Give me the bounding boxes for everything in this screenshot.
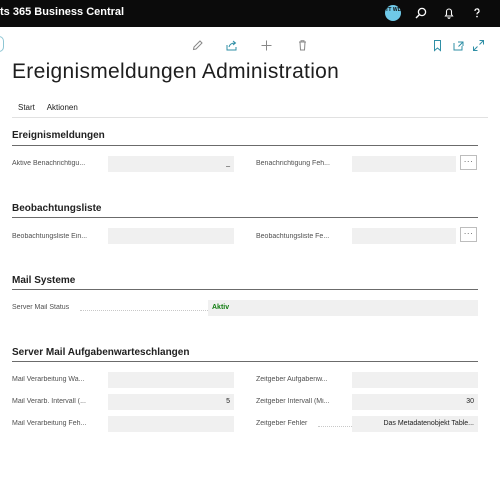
section-divider xyxy=(12,217,478,218)
command-bar xyxy=(0,27,500,63)
field-label-server-mail-status: Server Mail Status xyxy=(12,304,70,311)
watchlist-entries-field[interactable] xyxy=(108,228,234,244)
field-label-watchlist-errors: Beobachtungsliste Fe... xyxy=(256,233,330,240)
section-divider xyxy=(12,289,478,290)
field-label-timer-interval: Zeitgeber Intervall (Mi... xyxy=(256,398,330,405)
new-icon[interactable] xyxy=(260,39,273,52)
bell-icon[interactable] xyxy=(442,6,456,20)
help-icon[interactable] xyxy=(470,6,484,20)
section-divider xyxy=(12,361,478,362)
section-title-mail-systeme[interactable]: Mail Systeme xyxy=(12,275,75,286)
bookmark-icon[interactable] xyxy=(431,39,444,52)
field-leader-dots xyxy=(80,310,208,311)
app-bar: ts 365 Business Central TT WL xyxy=(0,0,500,27)
timer-interval-field[interactable]: 30 xyxy=(352,394,478,410)
field-label-watchlist-entries: Beobachtungsliste Ein... xyxy=(12,233,88,240)
mail-processing-errors-field[interactable] xyxy=(108,416,234,432)
search-icon[interactable] xyxy=(414,6,428,20)
field-label-timer-queue: Zeitgeber Aufgabenw... xyxy=(256,376,328,383)
delete-icon[interactable] xyxy=(296,39,309,52)
field-label-active-notifications: Aktive Benachrichtigu... xyxy=(12,160,86,167)
section-title-beobachtungsliste[interactable]: Beobachtungsliste xyxy=(12,203,101,214)
field-label-mail-interval: Mail Verarb. Intervall (... xyxy=(12,398,86,405)
open-new-window-icon[interactable] xyxy=(452,39,465,52)
timer-errors-field[interactable]: Das Metadatenobjekt Table... xyxy=(352,416,478,432)
section-divider xyxy=(12,145,478,146)
app-title: ts 365 Business Central xyxy=(0,6,125,18)
page-title: Ereignismeldungen Administration xyxy=(12,60,340,83)
tab-aktionen[interactable]: Aktionen xyxy=(47,103,78,112)
server-mail-status-field: Aktiv xyxy=(208,300,478,316)
field-label-mail-processing-queue: Mail Verarbeitung Wa... xyxy=(12,376,85,383)
field-leader-dots xyxy=(318,426,352,427)
user-avatar[interactable]: TT WL xyxy=(385,5,401,21)
tab-start[interactable]: Start xyxy=(18,103,35,112)
watchlist-errors-field[interactable] xyxy=(352,228,456,244)
more-options-button[interactable]: ··· xyxy=(460,227,477,242)
tabs-divider xyxy=(12,117,488,118)
mail-interval-field[interactable]: 5 xyxy=(108,394,234,410)
field-label-timer-errors: Zeitgeber Fehler xyxy=(256,420,308,427)
mail-processing-queue-field[interactable] xyxy=(108,372,234,388)
section-title-ereignismeldungen[interactable]: Ereignismeldungen xyxy=(12,130,105,141)
expand-icon[interactable] xyxy=(472,39,485,52)
action-tabs: Start Aktionen xyxy=(18,103,88,112)
more-options-button[interactable]: ··· xyxy=(460,155,477,170)
field-label-mail-processing-errors: Mail Verarbeitung Feh... xyxy=(12,420,87,427)
active-notifications-field[interactable]: _ xyxy=(108,156,234,172)
field-label-notification-errors: Benachrichtigung Feh... xyxy=(256,160,330,167)
notification-errors-field[interactable] xyxy=(352,156,456,172)
timer-queue-field[interactable] xyxy=(352,372,478,388)
edit-icon[interactable] xyxy=(191,39,204,52)
status-badge: Aktiv xyxy=(212,304,230,311)
section-title-server-mail-queues[interactable]: Server Mail Aufgabenwarteschlangen xyxy=(12,347,189,358)
share-icon[interactable] xyxy=(225,39,238,52)
